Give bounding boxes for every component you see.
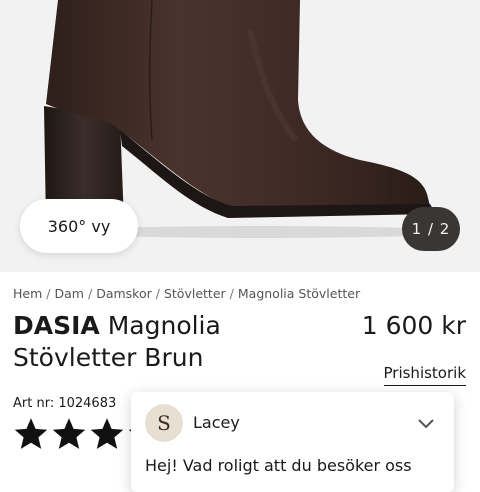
product-title: DASIA Magnolia Stövletter Brun — [13, 310, 343, 374]
breadcrumb: Hem / Dam / Damskor / Stövletter / Magnolia Stöv… — [13, 286, 360, 301]
article-number: Art nr: 1024683 — [13, 396, 117, 411]
chat-widget[interactable]: S Lacey Hej! Vad roligt att du besöker o… — [131, 392, 454, 492]
breadcrumb-separator: / — [229, 286, 234, 301]
breadcrumb-item[interactable]: Damskor — [96, 286, 152, 301]
chat-avatar: S — [145, 404, 183, 442]
image-pager-indicator: 1 / 2 — [402, 207, 460, 251]
chevron-down-icon[interactable] — [418, 414, 434, 433]
breadcrumb-item[interactable]: Stövletter — [164, 286, 226, 301]
product-image-gallery[interactable]: 360° vy 1 / 2 — [0, 0, 480, 272]
breadcrumb-separator: / — [87, 286, 93, 301]
price-history-link[interactable]: Prishistorik — [383, 364, 466, 386]
product-brand: DASIA — [13, 311, 100, 340]
360-view-button[interactable]: 360° vy — [20, 199, 138, 253]
product-price: 1 600 kr — [361, 311, 466, 340]
breadcrumb-item[interactable]: Hem — [13, 286, 42, 301]
breadcrumb-item[interactable]: Dam — [55, 286, 84, 301]
star-icon — [14, 418, 48, 449]
360-view-label: 360° vy — [47, 216, 111, 236]
pager-text: 1 / 2 — [411, 220, 451, 238]
chat-message: Hej! Vad roligt att du besöker oss — [145, 456, 412, 475]
avatar-letter: S — [157, 411, 171, 435]
star-icon — [52, 418, 86, 449]
chat-agent-name: Lacey — [193, 413, 240, 432]
star-icon — [90, 418, 124, 449]
breadcrumb-separator: / — [46, 286, 51, 301]
breadcrumb-item[interactable]: Magnolia Stövletter — [238, 286, 360, 301]
breadcrumb-separator: / — [155, 286, 160, 301]
